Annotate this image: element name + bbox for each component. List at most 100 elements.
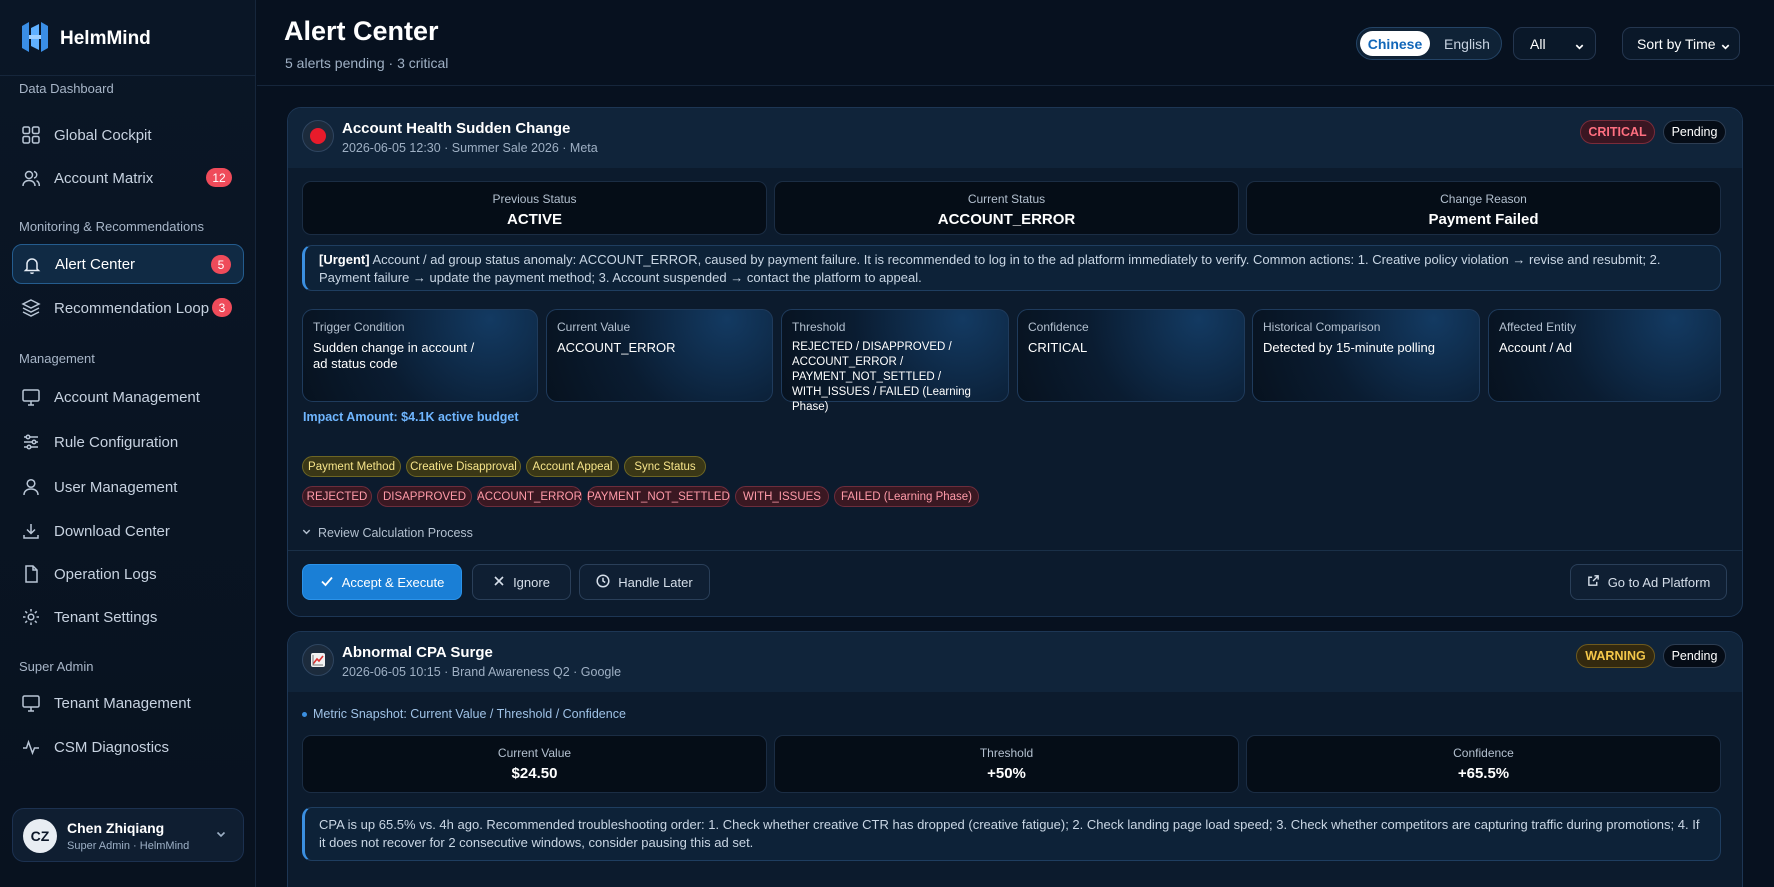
- sidebar-item-csm-diagnostics[interactable]: CSM Diagnostics: [12, 727, 244, 767]
- stat-label: Current Status: [967, 192, 1046, 206]
- stat-value: Payment Failed: [1428, 211, 1539, 228]
- review-calculation-toggle[interactable]: Review Calculation Process: [301, 526, 473, 540]
- metric-card: Confidence CRITICAL: [1017, 309, 1245, 402]
- metric-value: REJECTED / DISAPPROVED / ACCOUNT_ERROR /…: [792, 341, 971, 413]
- metric-card: Current Value ACCOUNT_ERROR: [546, 309, 773, 402]
- note-tag: [Urgent]: [319, 252, 370, 267]
- sidebar-item-operation-logs[interactable]: Operation Logs: [12, 554, 244, 594]
- external-link-icon: [1587, 574, 1600, 590]
- sidebar-item-recommendation-loop[interactable]: Recommendation Loop 3: [12, 288, 244, 328]
- bullet-icon: [302, 711, 307, 717]
- user-menu[interactable]: CZ Chen Zhiqiang Super Admin · HelmMind: [12, 808, 244, 862]
- sidebar-item-label: Account Management: [54, 388, 200, 406]
- status-code-chip[interactable]: FAILED (Learning Phase): [834, 486, 979, 507]
- metric-card: Historical Comparison Detected by 15-min…: [1252, 309, 1480, 402]
- handle-later-button[interactable]: Handle Later: [579, 564, 710, 600]
- status-badge: Pending: [1663, 644, 1726, 668]
- critical-dot-icon: [302, 120, 334, 152]
- metric-value: Sudden change in account / ad status cod…: [313, 340, 475, 371]
- metric-value: Detected by 15-minute polling: [1263, 340, 1435, 355]
- status-code-chip[interactable]: REJECTED: [302, 486, 372, 507]
- alert-title: Account Health Sudden Change: [342, 120, 571, 137]
- metric-value: ACCOUNT_ERROR: [557, 340, 676, 355]
- sidebar-item-account-management[interactable]: Account Management: [12, 377, 244, 417]
- recommendation-note: [Urgent] Account / ad group status anoma…: [302, 245, 1721, 291]
- accept-execute-button[interactable]: Accept & Execute: [302, 564, 462, 600]
- lang-option-english[interactable]: English: [1435, 31, 1499, 56]
- close-icon: [493, 575, 505, 590]
- sidebar-item-alert-center[interactable]: Alert Center 5: [12, 244, 244, 284]
- sidebar-item-label: User Management: [54, 478, 178, 496]
- filter-select[interactable]: All: [1513, 27, 1596, 60]
- tag-chip[interactable]: Creative Disapproval: [406, 456, 521, 477]
- count-badge: 3: [212, 298, 232, 317]
- layers-icon: [21, 298, 41, 318]
- language-toggle: Chinese English: [1356, 27, 1502, 60]
- metric-label: Historical Comparison: [1263, 320, 1381, 334]
- brand[interactable]: HelmMind: [20, 20, 151, 58]
- divider: [288, 550, 1742, 551]
- status-code-chip[interactable]: PAYMENT_NOT_SETTLED: [587, 486, 730, 507]
- sidebar-item-rule-configuration[interactable]: Rule Configuration: [12, 422, 244, 462]
- page-title: Alert Center: [284, 16, 439, 46]
- count-badge: 5: [211, 255, 231, 274]
- tag-chip[interactable]: Account Appeal: [526, 456, 619, 477]
- stat-value: +65.5%: [1457, 765, 1510, 782]
- sidebar-item-tenant-management[interactable]: Tenant Management: [12, 683, 244, 723]
- user-role: Super Admin · HelmMind: [67, 840, 190, 852]
- check-icon: [320, 574, 334, 591]
- alert-card-header: Abnormal CPA Surge 2026-06-05 10:15 · Br…: [288, 632, 1742, 692]
- button-label: Handle Later: [618, 574, 693, 590]
- sidebar-item-global-cockpit[interactable]: Global Cockpit: [12, 115, 244, 155]
- status-code-chip[interactable]: DISAPPROVED: [377, 486, 472, 507]
- sort-select[interactable]: Sort by Time: [1622, 27, 1740, 60]
- severity-badge: WARNING: [1576, 644, 1655, 668]
- divider: [0, 75, 256, 76]
- metric-value: CRITICAL: [1028, 340, 1088, 355]
- metric-label: Trigger Condition: [313, 320, 405, 334]
- chevron-down-icon: [1720, 39, 1731, 55]
- stat-value: +50%: [987, 765, 1026, 782]
- stat-label: Change Reason: [1440, 192, 1527, 206]
- sidebar-item-download-center[interactable]: Download Center: [12, 511, 244, 551]
- alert-title: Abnormal CPA Surge: [342, 644, 493, 661]
- brand-name: HelmMind: [60, 28, 151, 49]
- metric-snapshot-label: Metric Snapshot: Current Value / Thresho…: [302, 707, 626, 721]
- status-code-chip[interactable]: WITH_ISSUES: [735, 486, 829, 507]
- avatar: CZ: [23, 819, 57, 853]
- page-header: Alert Center 5 alerts pending · 3 critic…: [257, 0, 1774, 86]
- sidebar-item-label: Tenant Management: [54, 694, 191, 712]
- chevron-down-icon: [301, 526, 312, 540]
- sidebar-item-tenant-settings[interactable]: Tenant Settings: [12, 597, 244, 637]
- snapshot-text: Metric Snapshot: Current Value / Thresho…: [313, 707, 626, 721]
- sidebar-item-label: Alert Center: [55, 255, 136, 273]
- sidebar-item-user-management[interactable]: User Management: [12, 467, 244, 507]
- stat-box: Threshold +50%: [774, 735, 1239, 793]
- tag-chip[interactable]: Sync Status: [624, 456, 706, 477]
- user-icon: [21, 477, 41, 497]
- go-to-ad-platform-button[interactable]: Go to Ad Platform: [1570, 564, 1727, 600]
- status-badge: Pending: [1663, 120, 1726, 144]
- lang-option-chinese[interactable]: Chinese: [1360, 31, 1430, 56]
- sidebar-item-account-matrix[interactable]: Account Matrix 12: [12, 158, 244, 198]
- button-label: Ignore: [513, 574, 550, 590]
- monitor-icon: [21, 693, 41, 713]
- impact-amount: Impact Amount: $4.1K active budget: [303, 410, 519, 424]
- stat-value: ACTIVE: [506, 211, 562, 228]
- status-code-chip[interactable]: ACCOUNT_ERROR: [477, 486, 582, 507]
- section-title-management: Management: [19, 351, 95, 366]
- chart-icon: [302, 644, 334, 676]
- stat-label: Confidence: [1453, 746, 1514, 760]
- alert-meta: 2026-06-05 10:15 · Brand Awareness Q2 · …: [342, 665, 622, 679]
- sidebar-item-label: Rule Configuration: [54, 433, 179, 451]
- stat-box: Change Reason Payment Failed: [1246, 181, 1721, 235]
- sidebar-item-label: Global Cockpit: [54, 126, 152, 144]
- sidebar-item-label: CSM Diagnostics: [54, 738, 170, 756]
- sidebar-item-label: Recommendation Loop: [54, 299, 210, 317]
- tag-chip[interactable]: Payment Method: [302, 456, 401, 477]
- users-icon: [21, 168, 41, 188]
- section-title-monitoring: Monitoring & Recommendations: [19, 219, 204, 234]
- ignore-button[interactable]: Ignore: [472, 564, 571, 600]
- metric-label: Confidence: [1028, 320, 1089, 334]
- sidebar-item-label: Operation Logs: [54, 565, 157, 583]
